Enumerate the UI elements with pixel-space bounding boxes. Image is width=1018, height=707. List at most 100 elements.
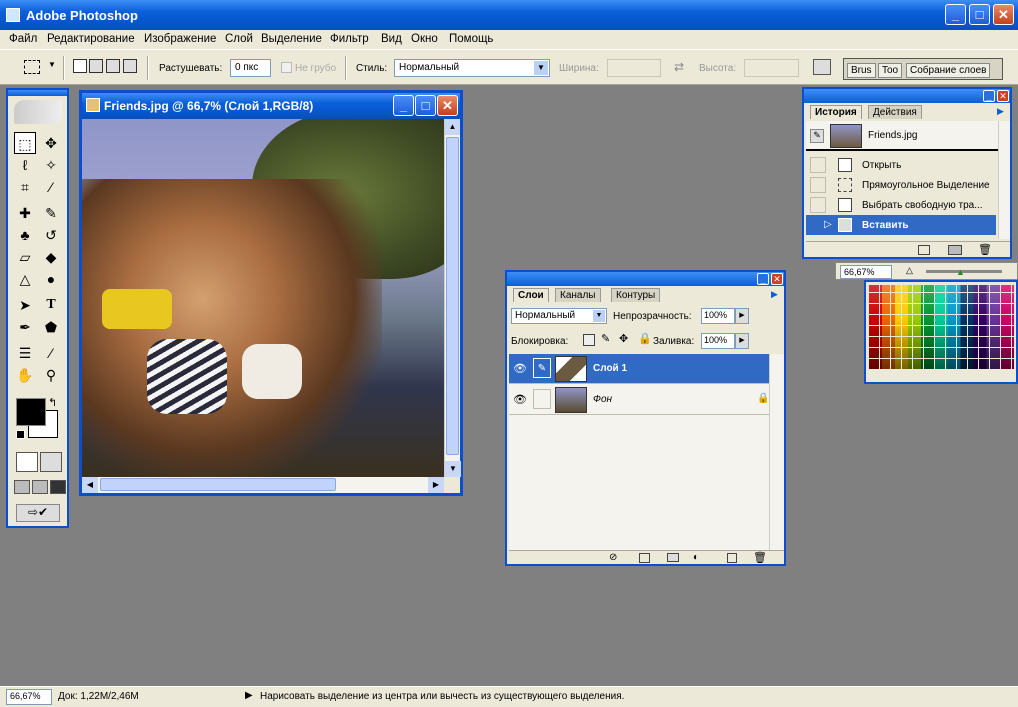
- eye-icon[interactable]: 👁: [513, 393, 527, 406]
- layer-row[interactable]: 👁 Фон 🔒: [509, 385, 771, 415]
- marquee-preset-icon[interactable]: [24, 60, 40, 74]
- minimize-button[interactable]: _: [945, 4, 966, 25]
- app-titlebar[interactable]: Adobe Photoshop _ □ ✕: [0, 0, 1018, 30]
- history-brush-icon[interactable]: ✎: [810, 129, 824, 143]
- trash-icon[interactable]: 🗑: [753, 551, 767, 564]
- chevron-down-icon[interactable]: ▼: [48, 60, 56, 69]
- healing-brush-icon[interactable]: ✚: [14, 202, 36, 224]
- shape-icon[interactable]: ⬟: [40, 316, 62, 338]
- brush-link-icon[interactable]: ✎: [533, 358, 551, 378]
- panel-minimize-button[interactable]: _: [983, 90, 995, 102]
- menu-help[interactable]: Помощь: [449, 33, 493, 45]
- panel-close-button[interactable]: ✕: [771, 273, 783, 285]
- well-tab-layer-comps[interactable]: Собрание слоев: [906, 63, 991, 78]
- doc-close-button[interactable]: ✕: [437, 95, 458, 116]
- layer-row-selected[interactable]: 👁 ✎ Слой 1: [509, 354, 771, 384]
- rectangular-marquee-icon[interactable]: ⬚: [14, 132, 36, 154]
- type-icon[interactable]: T: [40, 294, 62, 316]
- scroll-thumb[interactable]: [446, 137, 459, 455]
- new-layer-icon[interactable]: [727, 553, 737, 563]
- lock-all-icon[interactable]: 🔒: [638, 332, 652, 345]
- magic-wand-icon[interactable]: ✧: [40, 154, 62, 176]
- menu-filter[interactable]: Фильтр: [330, 33, 369, 45]
- slice-icon[interactable]: ⁄: [40, 176, 62, 198]
- move-icon[interactable]: ✥: [40, 132, 62, 154]
- close-button[interactable]: ✕: [993, 4, 1014, 25]
- selection-intersect-icon[interactable]: [123, 59, 137, 73]
- panel-minimize-button[interactable]: _: [757, 273, 769, 285]
- blend-mode-select[interactable]: Нормальный ▼: [511, 308, 607, 324]
- screen-mode-full-icon[interactable]: [50, 480, 66, 494]
- zoom-icon[interactable]: ⚲: [40, 364, 62, 386]
- horizontal-scrollbar[interactable]: ◀ ▶: [82, 477, 444, 493]
- paint-bucket-icon[interactable]: ◆: [40, 246, 62, 268]
- tab-history[interactable]: История: [810, 105, 862, 119]
- new-document-icon[interactable]: [918, 245, 930, 255]
- style-select[interactable]: Нормальный ▼: [394, 59, 550, 77]
- doc-minimize-button[interactable]: _: [393, 95, 414, 116]
- menu-image[interactable]: Изображение: [144, 33, 216, 45]
- well-tab-tool-presets[interactable]: Too: [878, 63, 903, 78]
- lock-transparency-icon[interactable]: [583, 334, 595, 346]
- add-mask-icon[interactable]: [639, 553, 650, 563]
- play-arrow-icon[interactable]: ▶: [245, 690, 253, 701]
- jump-to-imageready-icon[interactable]: ⇨✔: [16, 504, 60, 522]
- menu-window[interactable]: Окно: [411, 33, 438, 45]
- zoom-out-icon[interactable]: △: [906, 265, 913, 276]
- history-snapshot[interactable]: ✎ Friends.jpg: [806, 121, 998, 151]
- foreground-color-swatch[interactable]: [16, 398, 46, 426]
- panel-menu-icon[interactable]: ▶: [997, 106, 1004, 117]
- hand-icon[interactable]: ✋: [14, 364, 36, 386]
- history-checkbox[interactable]: [810, 177, 826, 193]
- opacity-input[interactable]: 100%: [701, 308, 735, 324]
- feather-logo-icon[interactable]: [14, 100, 62, 124]
- history-checkbox[interactable]: [810, 197, 826, 213]
- history-checkbox[interactable]: [810, 157, 826, 173]
- lock-position-icon[interactable]: ✥: [619, 332, 628, 345]
- history-scrollbar[interactable]: [998, 121, 1010, 239]
- antialias-checkbox[interactable]: [281, 62, 292, 73]
- eye-icon[interactable]: 👁: [513, 362, 527, 375]
- panel-close-button[interactable]: ✕: [997, 90, 1009, 102]
- eyedropper-icon[interactable]: ⁄: [40, 342, 62, 364]
- lock-image-icon[interactable]: ✎: [601, 332, 610, 345]
- menu-file[interactable]: Файл: [9, 33, 37, 45]
- tab-layers[interactable]: Слои: [513, 288, 549, 302]
- swap-colors-icon[interactable]: ↰: [48, 396, 57, 409]
- pen-icon[interactable]: ✒: [14, 316, 36, 338]
- menu-select[interactable]: Выделение: [261, 33, 322, 45]
- selection-subtract-icon[interactable]: [106, 59, 120, 73]
- trash-icon[interactable]: 🗑: [978, 243, 992, 256]
- vertical-scrollbar[interactable]: ▲ ▼: [444, 119, 461, 477]
- well-tab-brushes[interactable]: Brus: [847, 63, 876, 78]
- adjustment-layer-icon[interactable]: ◐: [693, 552, 699, 563]
- lasso-icon[interactable]: ℓ: [14, 154, 36, 176]
- menu-edit[interactable]: Редактирование: [47, 33, 135, 45]
- new-group-icon[interactable]: [667, 553, 679, 562]
- document-canvas[interactable]: [82, 119, 444, 477]
- menu-layer[interactable]: Слой: [225, 33, 253, 45]
- document-titlebar[interactable]: Friends.jpg @ 66,7% (Слой 1,RGB/8) _ □ ✕: [82, 93, 460, 119]
- tab-channels[interactable]: Каналы: [555, 288, 601, 302]
- quick-mask-icon[interactable]: [40, 452, 62, 472]
- panel-menu-icon[interactable]: ▶: [771, 289, 778, 300]
- feather-input[interactable]: 0 пкс: [230, 59, 271, 77]
- menu-view[interactable]: Вид: [381, 33, 402, 45]
- selection-add-icon[interactable]: [89, 59, 103, 73]
- zoom-field[interactable]: 66,67%: [840, 265, 892, 279]
- camera-icon[interactable]: [948, 245, 962, 255]
- eraser-icon[interactable]: ▱: [14, 246, 36, 268]
- screen-mode-standard-icon[interactable]: [14, 480, 30, 494]
- maximize-button[interactable]: □: [969, 4, 990, 25]
- crop-icon[interactable]: ⌗: [14, 176, 36, 198]
- history-brush-icon[interactable]: ↺: [40, 224, 62, 246]
- zoom-slider-thumb[interactable]: ▲: [956, 267, 965, 277]
- history-item[interactable]: Открыть: [806, 155, 996, 175]
- clone-stamp-icon[interactable]: ♣: [14, 224, 36, 246]
- history-item[interactable]: Прямоугольное Выделение: [806, 175, 996, 195]
- path-selection-icon[interactable]: ➤: [14, 294, 36, 316]
- scroll-thumb[interactable]: [100, 478, 336, 491]
- doc-maximize-button[interactable]: □: [415, 95, 436, 116]
- printer-icon[interactable]: [813, 59, 831, 75]
- toolbox-header[interactable]: [8, 90, 67, 96]
